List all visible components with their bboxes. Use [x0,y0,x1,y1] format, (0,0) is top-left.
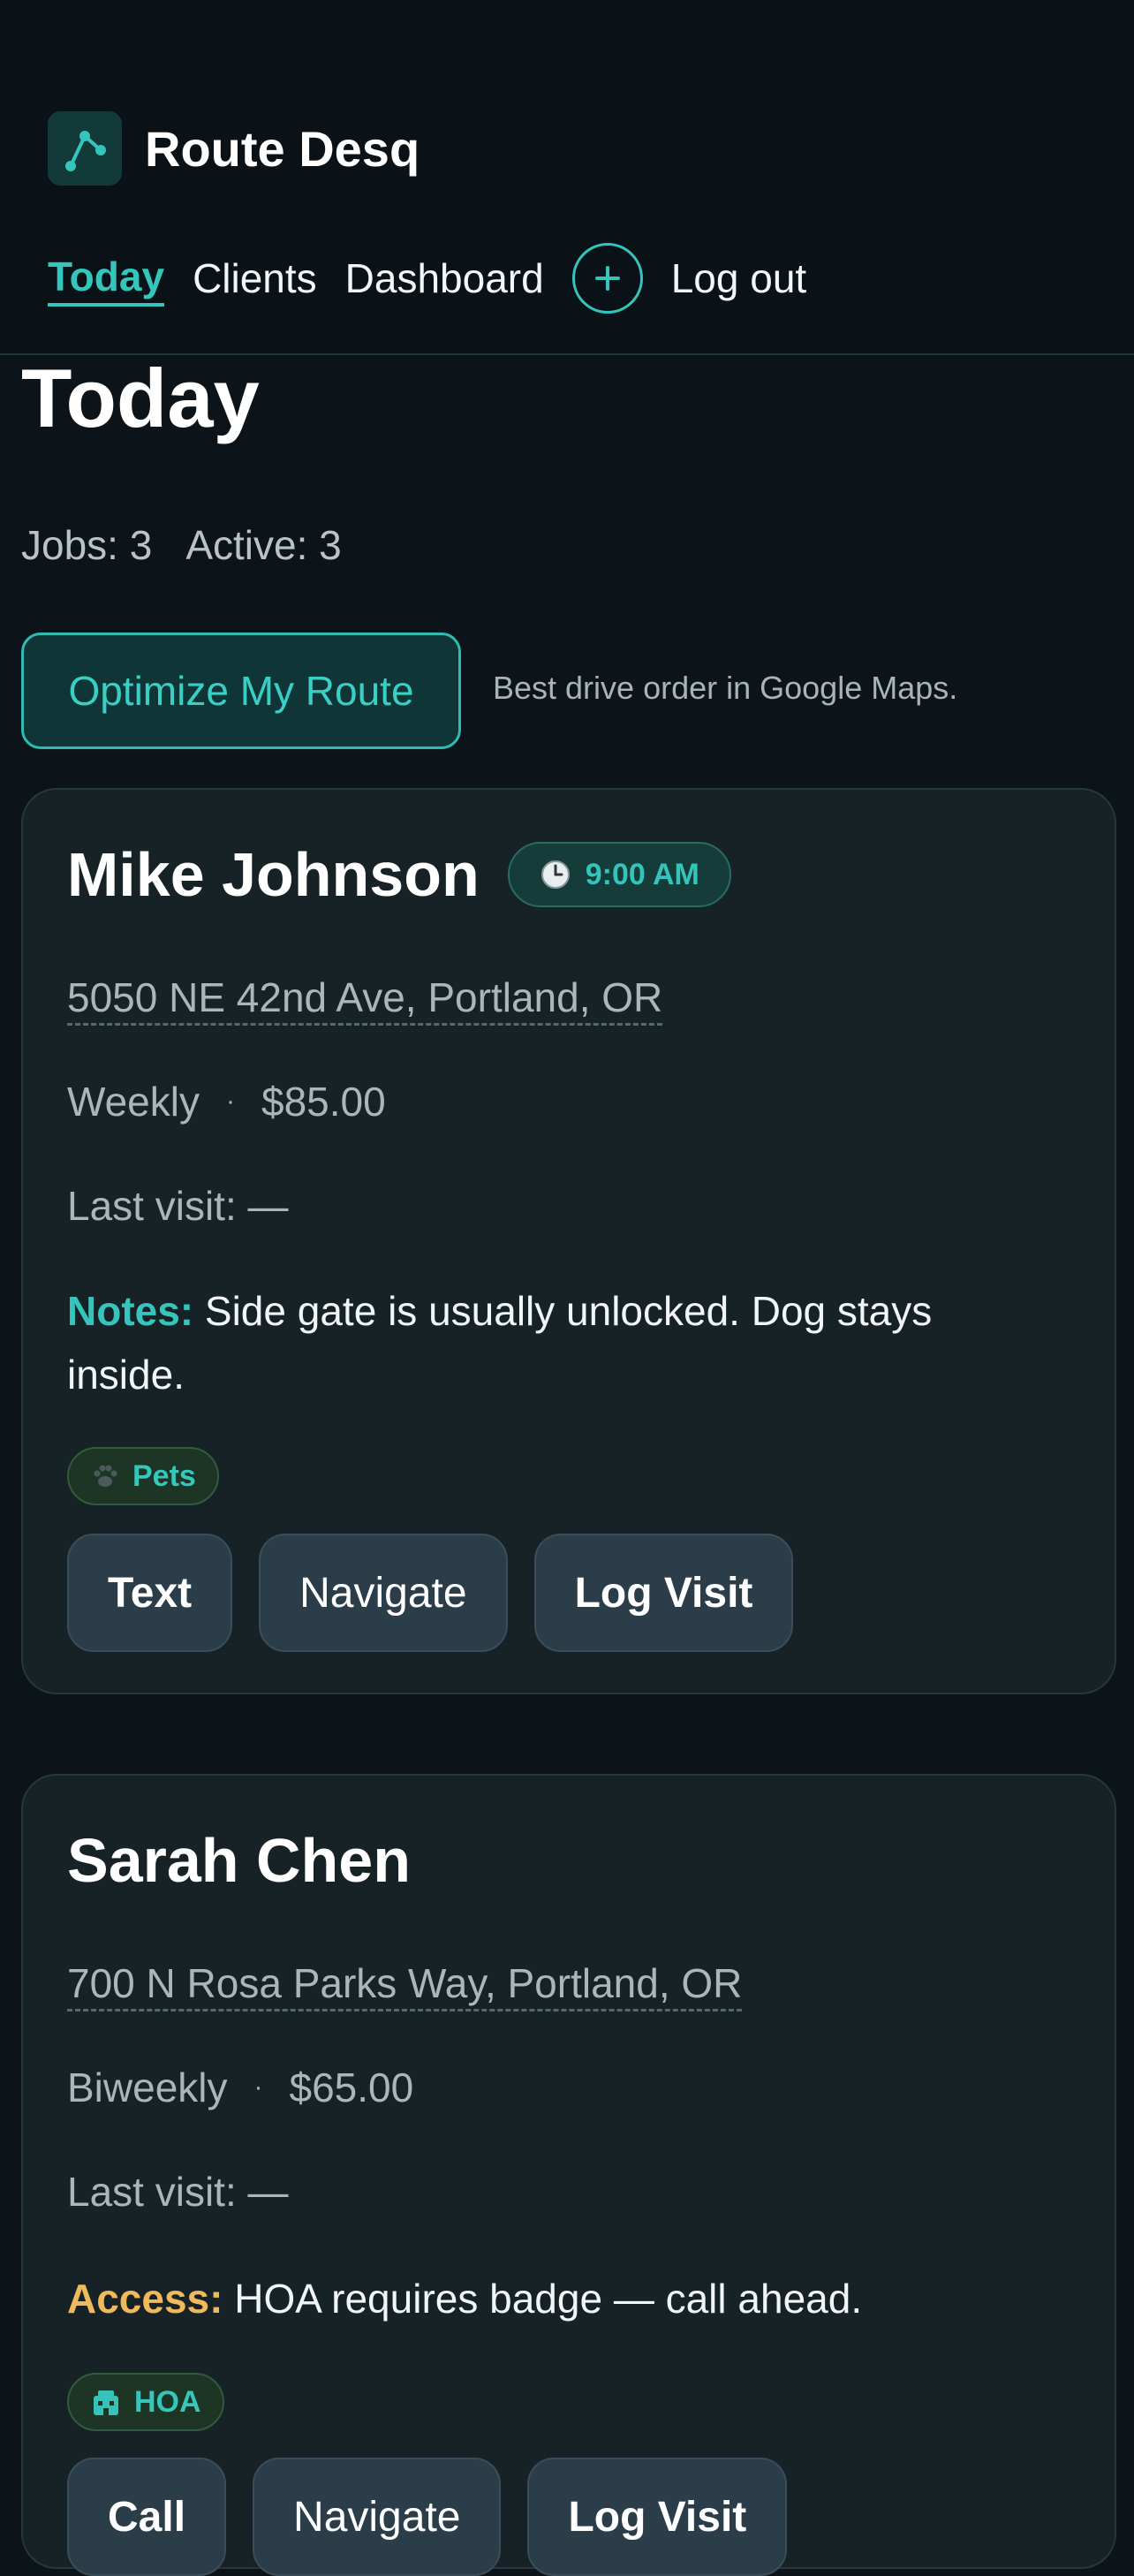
job-stats: Jobs: 3 Active: 3 [21,521,342,569]
frequency: Weekly [67,1079,200,1125]
clock-icon [541,860,570,889]
building-icon [94,2390,118,2415]
route-logo-icon [48,111,122,186]
frequency-price: Biweekly · $65.00 [67,2064,413,2111]
nav-dashboard[interactable]: Dashboard [345,252,544,305]
plus-circle-icon [594,266,620,291]
client-address-link[interactable]: 5050 NE 42nd Ave, Portland, OR [67,974,663,1026]
app-header: Route Desq Today Clients Dashboard Log o… [0,0,1134,355]
time-badge: 9:00 AM [507,842,731,907]
paw-icon [94,1465,117,1487]
optimize-hint: Best drive order in Google Maps. [493,670,958,706]
price: $85.00 [261,1079,386,1125]
navigate-button[interactable]: Navigate [259,1534,508,1652]
text-button[interactable]: Text [67,1534,233,1652]
brand[interactable]: Route Desq [48,111,420,186]
jobs-count: Jobs: 3 [21,522,153,568]
tag-label: Pets [132,1458,196,1493]
job-header: Sarah Chen [67,1825,411,1896]
main-nav: Today Clients Dashboard Log out [48,240,835,316]
app-name: Route Desq [145,120,420,177]
optimize-route-button[interactable]: Optimize My Route [21,633,461,749]
last-visit: Last visit: — [67,1183,289,1229]
tag-label: HOA [134,2384,201,2419]
pets-tag: Pets [67,1447,219,1505]
logout-link[interactable]: Log out [671,252,806,305]
job-card: Sarah Chen 700 N Rosa Parks Way, Portlan… [21,1774,1116,2576]
client-name: Mike Johnson [67,840,480,909]
separator: · [253,2072,263,2102]
nav-clients[interactable]: Clients [193,252,317,305]
frequency: Biweekly [67,2065,228,2110]
navigate-button[interactable]: Navigate [253,2458,502,2576]
job-actions: Call Navigate Log Visit [67,2458,788,2576]
log-visit-button[interactable]: Log Visit [527,2458,788,2576]
job-notes: Notes: Side gate is usually unlocked. Do… [67,1279,1039,1406]
page-title: Today [21,352,260,444]
active-count: Active: 3 [185,522,342,568]
access-label: Access: [67,2276,223,2322]
client-name: Sarah Chen [67,1826,411,1895]
job-card: Mike Johnson 9:00 AM 5050 NE 42nd Ave, P… [21,788,1116,1694]
frequency-price: Weekly · $85.00 [67,1078,386,1125]
hoa-tag: HOA [67,2373,224,2431]
job-header: Mike Johnson 9:00 AM [67,839,731,910]
call-button[interactable]: Call [67,2458,227,2576]
log-visit-button[interactable]: Log Visit [533,1534,794,1652]
price: $65.00 [289,2065,414,2110]
time-text: 9:00 AM [585,857,699,891]
access-text: HOA requires badge — call ahead. [234,2276,863,2322]
add-button[interactable] [571,243,643,314]
separator: · [225,1087,235,1116]
notes-label: Notes: [67,1288,194,1334]
access-notes: Access: HOA requires badge — call ahead. [67,2267,1039,2330]
job-actions: Text Navigate Log Visit [67,1534,794,1652]
notes-text: Side gate is usually unlocked. Dog stays… [67,1288,933,1398]
client-address-link[interactable]: 700 N Rosa Parks Way, Portland, OR [67,1959,743,2012]
nav-today[interactable]: Today [48,250,165,307]
last-visit: Last visit: — [67,2169,289,2215]
